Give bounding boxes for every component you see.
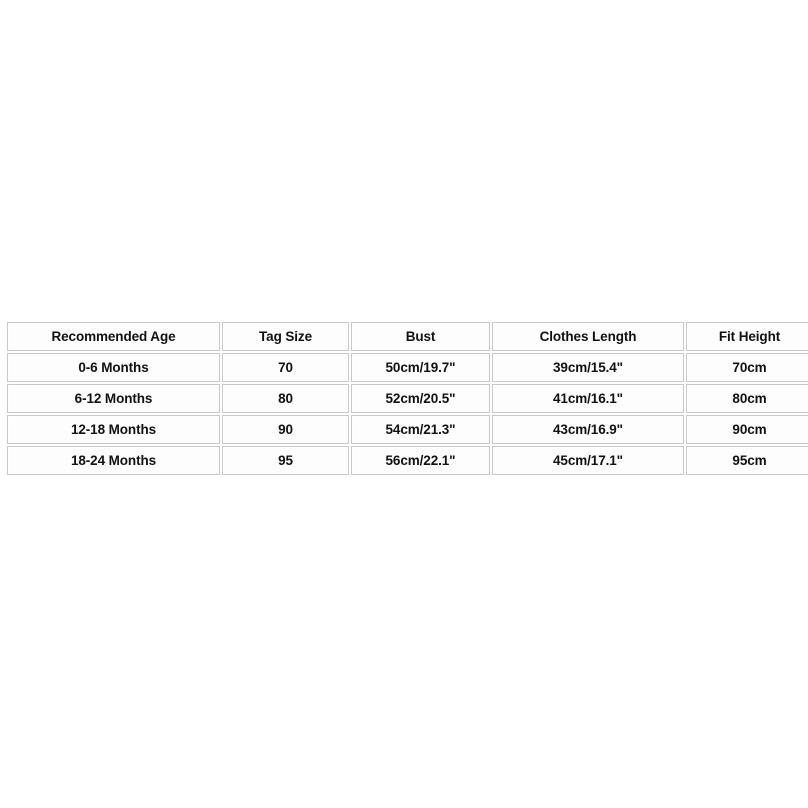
cell-bust: 52cm/20.5" <box>351 384 490 413</box>
column-header-fit-height: Fit Height <box>686 322 808 351</box>
table-row: 12-18 Months 90 54cm/21.3" 43cm/16.9" 90… <box>7 415 808 444</box>
table-row: 18-24 Months 95 56cm/22.1" 45cm/17.1" 95… <box>7 446 808 475</box>
cell-fit-height: 80cm <box>686 384 808 413</box>
cell-tag-size: 95 <box>222 446 349 475</box>
cell-tag-size: 70 <box>222 353 349 382</box>
column-header-recommended-age: Recommended Age <box>7 322 220 351</box>
column-header-tag-size: Tag Size <box>222 322 349 351</box>
column-header-bust: Bust <box>351 322 490 351</box>
cell-clothes-length: 41cm/16.1" <box>492 384 684 413</box>
size-chart-table: Recommended Age Tag Size Bust Clothes Le… <box>5 320 808 477</box>
size-chart-container: Recommended Age Tag Size Bust Clothes Le… <box>5 320 808 477</box>
size-chart-body: Recommended Age Tag Size Bust Clothes Le… <box>7 322 808 475</box>
column-header-clothes-length: Clothes Length <box>492 322 684 351</box>
cell-recommended-age: 6-12 Months <box>7 384 220 413</box>
cell-bust: 50cm/19.7" <box>351 353 490 382</box>
cell-recommended-age: 0-6 Months <box>7 353 220 382</box>
cell-clothes-length: 43cm/16.9" <box>492 415 684 444</box>
cell-clothes-length: 39cm/15.4" <box>492 353 684 382</box>
cell-fit-height: 90cm <box>686 415 808 444</box>
cell-clothes-length: 45cm/17.1" <box>492 446 684 475</box>
cell-tag-size: 80 <box>222 384 349 413</box>
cell-bust: 56cm/22.1" <box>351 446 490 475</box>
table-row: 0-6 Months 70 50cm/19.7" 39cm/15.4" 70cm <box>7 353 808 382</box>
cell-recommended-age: 18-24 Months <box>7 446 220 475</box>
cell-fit-height: 70cm <box>686 353 808 382</box>
cell-recommended-age: 12-18 Months <box>7 415 220 444</box>
table-header-row: Recommended Age Tag Size Bust Clothes Le… <box>7 322 808 351</box>
cell-tag-size: 90 <box>222 415 349 444</box>
cell-bust: 54cm/21.3" <box>351 415 490 444</box>
cell-fit-height: 95cm <box>686 446 808 475</box>
table-row: 6-12 Months 80 52cm/20.5" 41cm/16.1" 80c… <box>7 384 808 413</box>
